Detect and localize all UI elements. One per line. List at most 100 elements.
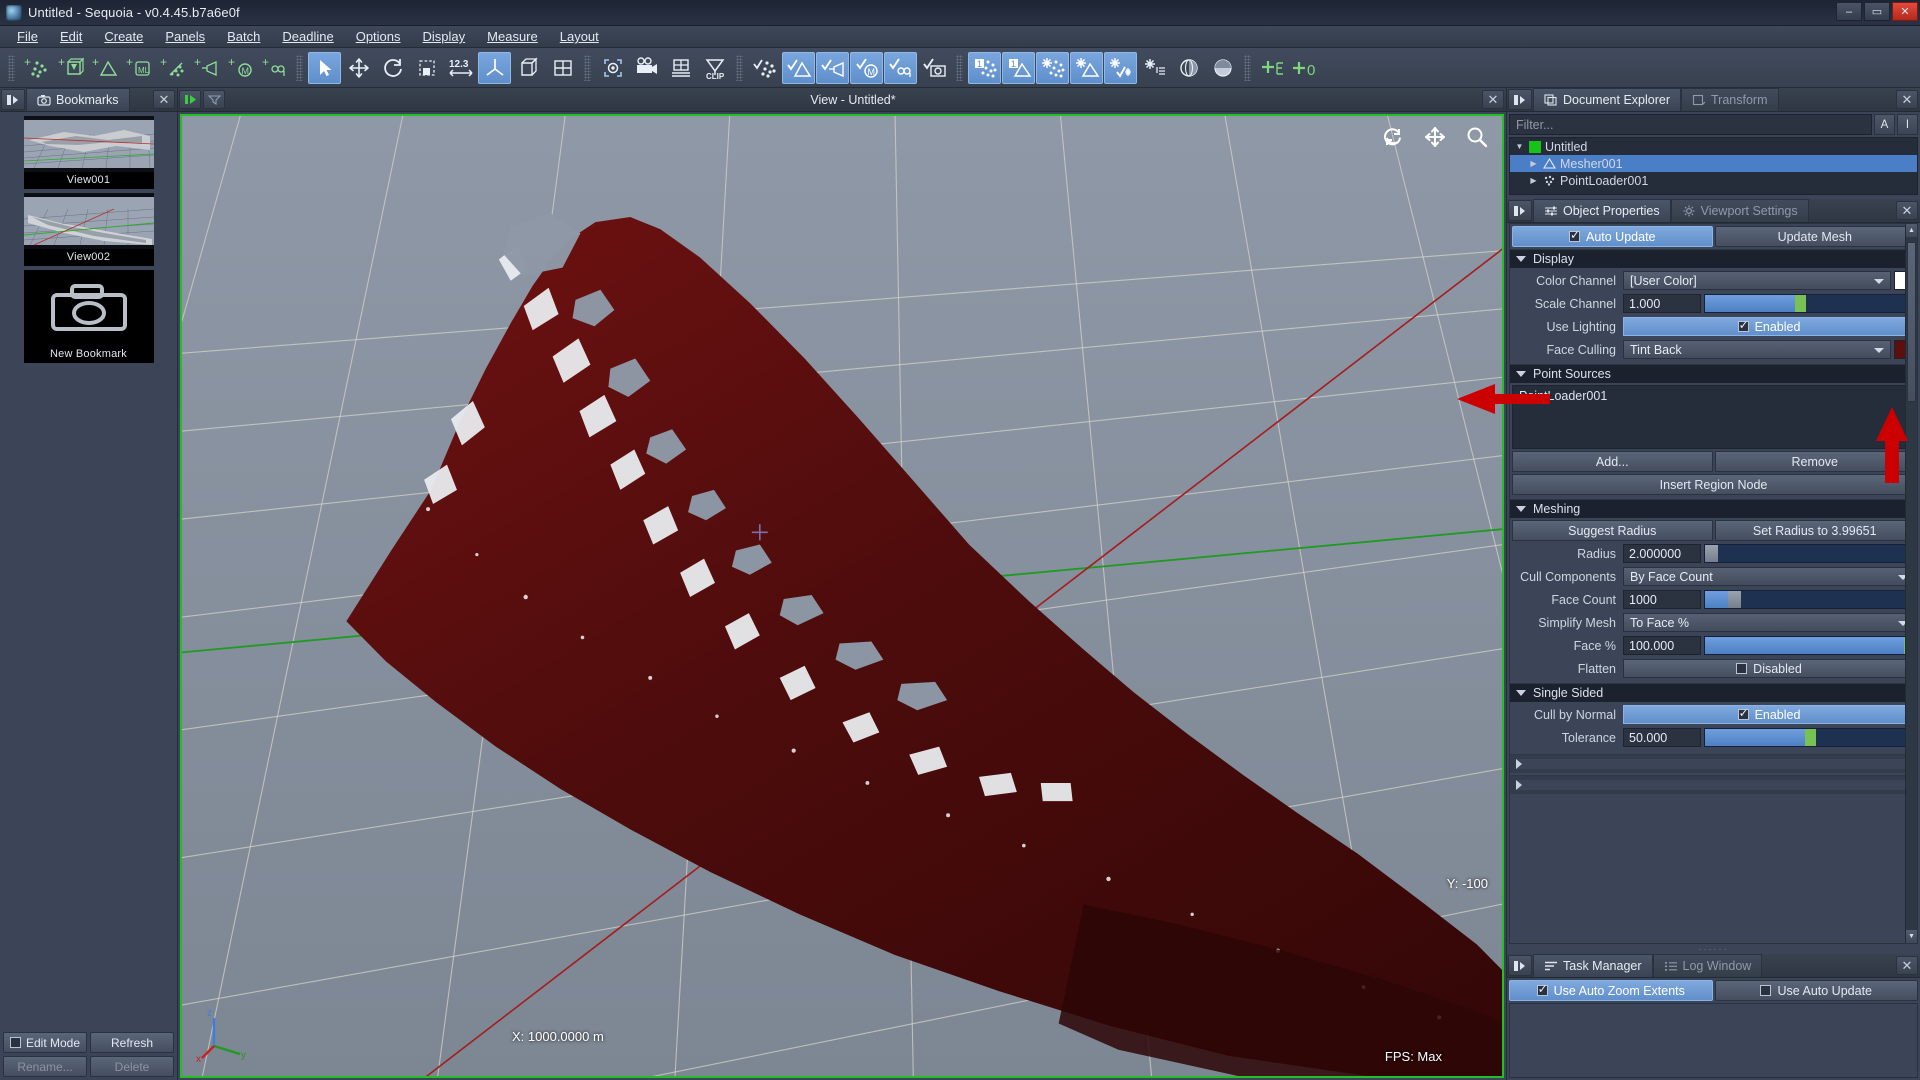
- bookmark-item[interactable]: View001: [23, 116, 154, 189]
- select-arrow-icon[interactable]: [308, 51, 341, 84]
- viewport-filter-icon[interactable]: [203, 90, 225, 109]
- simplify-mesh-combo[interactable]: To Face %: [1623, 613, 1915, 632]
- use-lighting-toggle[interactable]: Enabled: [1623, 317, 1915, 336]
- tab-object-properties[interactable]: Object Properties: [1533, 199, 1671, 222]
- flatten-checkbox[interactable]: [1736, 663, 1748, 674]
- chevron-down-icon[interactable]: [1516, 690, 1526, 696]
- grid-icon[interactable]: [546, 52, 579, 84]
- sphere-shaded-icon[interactable]: [1206, 52, 1239, 84]
- viewport-play-icon[interactable]: [179, 90, 201, 109]
- bookmark-item[interactable]: View002: [23, 193, 154, 266]
- rename-button[interactable]: Rename...: [3, 1056, 87, 1077]
- properties-scrollbar[interactable]: ▲ ▼: [1905, 224, 1917, 943]
- filter-all-button[interactable]: A: [1874, 114, 1895, 135]
- star-points-icon[interactable]: [1036, 51, 1069, 84]
- move-icon[interactable]: [342, 52, 375, 84]
- cull-by-normal-checkbox[interactable]: [1737, 706, 1749, 720]
- auto-update-task-checkbox[interactable]: [1760, 985, 1772, 996]
- expander-down-icon[interactable]: ▼: [1514, 142, 1525, 151]
- cull-components-combo[interactable]: By Face Count: [1623, 567, 1915, 586]
- number-mesh-icon[interactable]: 1: [1002, 51, 1035, 84]
- chevron-down-icon[interactable]: [1516, 256, 1526, 262]
- object-properties-pin-icon[interactable]: [1508, 200, 1532, 221]
- check-mesh-icon[interactable]: [782, 51, 815, 84]
- chevron-right-icon[interactable]: [1516, 780, 1917, 790]
- measure-123-icon[interactable]: 12.3: [444, 52, 477, 84]
- tolerance-value[interactable]: 50.000: [1623, 728, 1701, 747]
- document-tree[interactable]: ▼ Untitled ▶ Mesher001 ▶ PointLoader001: [1509, 137, 1918, 195]
- auto-zoom-extents-checkbox[interactable]: [1536, 982, 1548, 996]
- panel-splitter[interactable]: ······: [1507, 944, 1920, 954]
- add-point-cloud-box-icon[interactable]: +: [54, 52, 87, 84]
- auto-update-checkbox[interactable]: [1569, 228, 1580, 242]
- minimize-button[interactable]: –: [1836, 2, 1862, 21]
- clip-icon[interactable]: CLIP: [698, 52, 731, 84]
- pan-icon[interactable]: [1424, 126, 1446, 148]
- face-percent-value[interactable]: 100.000: [1623, 636, 1701, 655]
- tab-bookmarks[interactable]: Bookmarks: [26, 88, 130, 111]
- scroll-up-arrow-icon[interactable]: ▲: [1906, 224, 1917, 237]
- set-radius-button[interactable]: Set Radius to 3.99651: [1714, 520, 1915, 541]
- rotate-icon[interactable]: [376, 52, 409, 84]
- tab-task-manager[interactable]: Task Manager: [1533, 954, 1653, 977]
- tree-item-mesher001[interactable]: ▶ Mesher001: [1510, 155, 1917, 172]
- auto-update-toggle[interactable]: Auto Update: [1512, 226, 1713, 247]
- add-loader-icon[interactable]: +: [258, 52, 291, 84]
- check-camera-proj-icon[interactable]: [816, 51, 849, 84]
- star-check-icon[interactable]: [1104, 51, 1137, 84]
- scroll-down-arrow-icon[interactable]: ▼: [1906, 930, 1917, 943]
- doc-explorer-close-button[interactable]: ✕: [1896, 90, 1918, 109]
- add-point-source-button[interactable]: Add...: [1512, 451, 1713, 472]
- zoom-extents-icon[interactable]: [596, 52, 629, 84]
- tab-document-explorer[interactable]: Document Explorer: [1533, 88, 1681, 111]
- menu-measure[interactable]: Measure: [476, 27, 549, 46]
- axis-tripod-icon[interactable]: [478, 51, 511, 84]
- menu-options[interactable]: Options: [345, 27, 412, 46]
- chevron-down-icon[interactable]: [1874, 279, 1884, 284]
- camera-icon[interactable]: [630, 52, 663, 84]
- face-count-value[interactable]: 1000: [1623, 590, 1701, 609]
- toolbar-grip[interactable]: [8, 54, 15, 81]
- edit-mode-checkbox[interactable]: [9, 1037, 21, 1048]
- menu-create[interactable]: Create: [93, 27, 154, 46]
- use-lighting-checkbox[interactable]: [1737, 318, 1749, 332]
- chevron-right-icon[interactable]: [1516, 759, 1917, 769]
- check-modifier-icon[interactable]: M: [850, 51, 883, 84]
- menu-batch[interactable]: Batch: [216, 27, 271, 46]
- section-meshing-header[interactable]: Meshing: [1510, 499, 1917, 518]
- add-camera-proj-icon[interactable]: +: [190, 52, 223, 84]
- cull-by-normal-toggle[interactable]: Enabled: [1623, 705, 1915, 724]
- viewport-3d[interactable]: Y: -100 X: 1000.0000 m FPS: Max z y x: [180, 114, 1504, 1078]
- tab-log-window[interactable]: Log Window: [1652, 954, 1763, 977]
- tab-transform[interactable]: Transform: [1681, 88, 1779, 111]
- perspective-grid-icon[interactable]: [664, 52, 697, 84]
- auto-update-task-toggle[interactable]: Use Auto Update: [1714, 980, 1918, 1001]
- refresh-button[interactable]: Refresh: [90, 1032, 174, 1053]
- suggest-radius-button[interactable]: Suggest Radius: [1512, 520, 1713, 541]
- insert-region-node-button[interactable]: Insert Region Node: [1512, 474, 1915, 495]
- menu-file[interactable]: File: [6, 27, 49, 46]
- add-mesh-icon[interactable]: +: [88, 52, 121, 84]
- edit-mode-button[interactable]: Edit Mode: [3, 1032, 87, 1053]
- filter-invert-button[interactable]: I: [1897, 114, 1918, 135]
- menu-edit[interactable]: Edit: [49, 27, 93, 46]
- toolbar-grip-4[interactable]: [736, 54, 743, 81]
- bookmark-new[interactable]: New Bookmark: [23, 270, 154, 363]
- section-export-header[interactable]: Export: [1510, 754, 1917, 773]
- menu-deadline[interactable]: Deadline: [271, 27, 344, 46]
- section-hacksaw-header[interactable]: Hacksaw [4x4x4] [X-Y-Z]: [1510, 775, 1917, 794]
- tree-item-untitled[interactable]: ▼ Untitled: [1510, 138, 1917, 155]
- maximize-button[interactable]: ▭: [1864, 2, 1890, 21]
- toolbar-grip-3[interactable]: [584, 54, 591, 81]
- expander-right-icon[interactable]: ▶: [1528, 176, 1539, 185]
- menu-panels[interactable]: Panels: [154, 27, 216, 46]
- toolbar-grip-2[interactable]: [296, 54, 303, 81]
- menu-layout[interactable]: Layout: [549, 27, 610, 46]
- menu-display[interactable]: Display: [412, 27, 477, 46]
- update-mesh-button[interactable]: Update Mesh: [1714, 226, 1915, 247]
- radius-value[interactable]: 2.000000: [1623, 544, 1701, 563]
- tolerance-slider[interactable]: [1704, 728, 1915, 747]
- add-particle-icon[interactable]: +: [156, 52, 189, 84]
- scrollbar-thumb[interactable]: [1907, 242, 1916, 402]
- root-swatch[interactable]: [1529, 140, 1541, 153]
